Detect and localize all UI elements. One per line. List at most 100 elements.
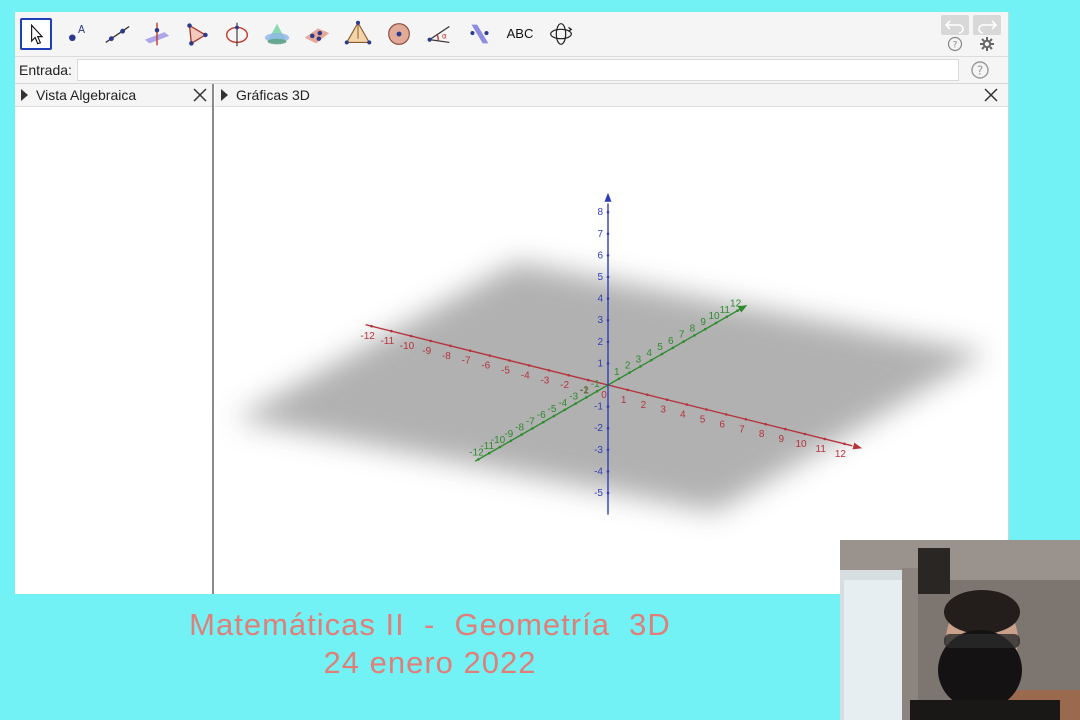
z-axis-tick	[606, 232, 610, 236]
perpendicular-tool-button[interactable]	[141, 18, 173, 50]
x-axis-tick	[646, 393, 649, 397]
z-axis-tick	[606, 210, 610, 214]
input-help-button[interactable]: ?	[970, 60, 990, 80]
algebra-view-header: Vista Algebraica	[15, 84, 212, 107]
z-axis-tick	[606, 275, 610, 279]
perpendicular-line-icon	[144, 22, 170, 46]
graphics-3d-view-close-button[interactable]	[982, 86, 1000, 104]
rotate-view-tool-button[interactable]	[545, 18, 577, 50]
graphics-3d-view-header: Gráficas 3D	[215, 84, 1008, 107]
y-axis-tick	[563, 408, 567, 412]
y-axis-label: -4	[558, 398, 567, 409]
x-axis-tick	[744, 418, 748, 421]
svg-text:?: ?	[953, 41, 958, 51]
algebra-view-toggle[interactable]	[21, 89, 28, 101]
z-axis-tick	[606, 340, 610, 344]
point-tool-button[interactable]: A	[61, 18, 93, 50]
y-axis-tick	[552, 414, 556, 418]
z-axis-label: 1	[597, 358, 603, 369]
caption-title: Matemáticas II - Geometría 3D	[189, 607, 671, 642]
x-axis-label: -6	[481, 361, 490, 372]
graphics-3d-view[interactable]: -12 -11 -10 -9 -8 -7 -6 -5 -4 -3 -2 -1 0 1 2 3 4 5 6 7 8 9 10 1…	[215, 107, 1005, 594]
y-axis-label: 12	[730, 299, 742, 310]
y-axis-tick	[639, 365, 642, 368]
y-axis-tick	[693, 334, 696, 337]
y-axis-tick	[617, 377, 621, 381]
y-axis-label: -9	[504, 429, 513, 440]
reflect-tool-button[interactable]	[463, 18, 495, 50]
x-axis-label: -7	[462, 356, 471, 367]
x-axis-tick	[547, 369, 551, 372]
y-axis-tick	[671, 346, 675, 350]
x-axis-label: 1	[621, 395, 627, 406]
z-axis-tick	[606, 318, 610, 322]
redo-button[interactable]	[973, 15, 1001, 35]
x-axis-tick	[449, 344, 452, 348]
sphere-icon	[388, 23, 410, 45]
x-axis-label: -11	[380, 336, 394, 347]
polygon-tool-button[interactable]	[181, 18, 213, 50]
x-axis-tick	[508, 359, 511, 362]
x-axis-label: 2	[641, 400, 647, 411]
help-icon: ?	[971, 61, 989, 79]
redo-icon	[978, 20, 998, 34]
y-axis-label: -3	[569, 392, 578, 403]
x-axis-tick	[567, 373, 570, 377]
y-axis-label: -5	[548, 404, 557, 415]
x-axis-tick	[468, 349, 472, 352]
x-axis-tick	[784, 427, 787, 431]
y-axis-label: 7	[679, 330, 685, 341]
x-axis-tick	[429, 339, 432, 343]
plane-points-tool-button[interactable]	[301, 18, 333, 50]
x-axis-label: -10	[400, 341, 415, 352]
reflect-about-plane-icon	[470, 24, 489, 44]
help-icon: ?	[947, 36, 963, 52]
pyramid-tool-button[interactable]	[342, 18, 374, 50]
x-axis-tick	[626, 388, 629, 392]
y-axis-tick	[736, 309, 739, 312]
view-divider[interactable]	[212, 84, 214, 594]
x-axis-tick	[764, 422, 767, 426]
x-axis-tick	[803, 432, 807, 436]
point-icon: A	[69, 24, 85, 42]
sphere-tool-button[interactable]	[383, 18, 415, 50]
y-axis-label: -7	[526, 416, 535, 427]
algebra-view-close-button[interactable]	[191, 86, 209, 104]
input-field[interactable]	[77, 59, 959, 81]
y-axis-label: -2	[580, 385, 589, 396]
z-axis-tick	[606, 426, 610, 430]
graphics-3d-view-toggle[interactable]	[221, 89, 228, 101]
settings-button[interactable]	[979, 36, 995, 52]
x-axis-label: 6	[719, 419, 725, 430]
x-axis-label: 11	[816, 444, 827, 455]
algebra-view[interactable]	[15, 107, 212, 594]
toolbar: A α ABC ?	[15, 12, 1008, 57]
z-axis-label: 7	[597, 229, 603, 240]
polygon-icon	[187, 23, 208, 46]
x-axis-label: 5	[700, 415, 706, 426]
line-tool-button[interactable]	[101, 18, 133, 50]
y-axis-tick	[574, 402, 577, 405]
x-axis-label: 4	[680, 410, 686, 421]
toolbar-help-button[interactable]: ?	[947, 36, 963, 52]
x-axis-label: 7	[739, 424, 745, 435]
y-axis-tick	[714, 321, 718, 325]
undo-button[interactable]	[941, 15, 969, 35]
graphics-3d-canvas[interactable]: -12 -11 -10 -9 -8 -7 -6 -5 -4 -3 -2 -1 0 1 2 3 4 5 6 7 8 9 10 1…	[215, 107, 1005, 594]
z-axis-tick	[606, 448, 610, 452]
y-axis-label: -8	[515, 423, 524, 434]
intersect-surfaces-tool-button[interactable]	[261, 18, 293, 50]
y-axis-tick	[531, 427, 534, 430]
circle-axis-tool-button[interactable]	[221, 18, 253, 50]
y-axis-tick	[498, 445, 502, 449]
x-axis-tick	[488, 354, 492, 357]
text-tool-button[interactable]: ABC	[504, 18, 536, 50]
angle-tool-button[interactable]: α	[423, 18, 455, 50]
x-axis-label: 8	[759, 429, 765, 440]
y-axis-label: 9	[700, 317, 706, 328]
z-axis-tick	[606, 362, 610, 365]
close-icon	[984, 88, 998, 102]
move-tool-button[interactable]	[20, 18, 52, 50]
z-axis-label: 3	[597, 315, 603, 326]
z-axis-label: -1	[594, 402, 603, 413]
